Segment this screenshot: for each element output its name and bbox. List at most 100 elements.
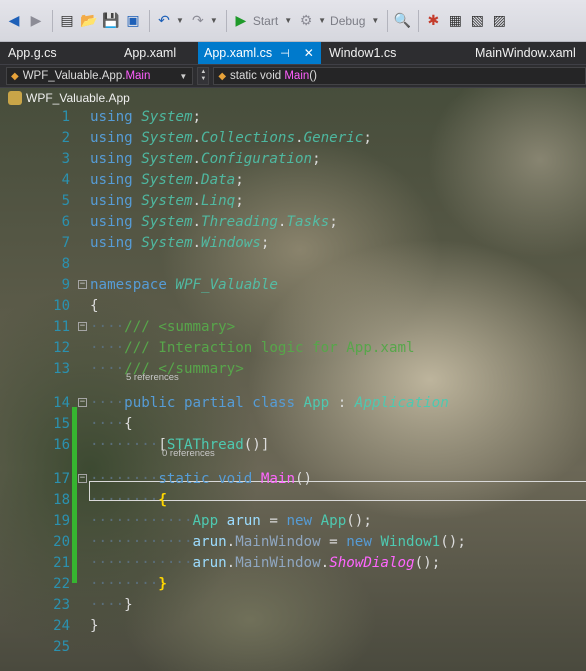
redo-icon[interactable]: ↷ bbox=[188, 9, 208, 33]
type-dropdown[interactable]: ◆ WPF_Valuable. App. Main ▼ bbox=[6, 67, 194, 85]
code-line[interactable]: 3 using System.Configuration; bbox=[0, 149, 586, 170]
code-line[interactable]: 1 using System; bbox=[0, 107, 586, 128]
chevron-up-icon[interactable]: ▲ bbox=[200, 69, 206, 76]
properties-icon[interactable]: ▧ bbox=[467, 9, 487, 33]
code-text: ············App arun = new App(); bbox=[90, 511, 372, 532]
chevron-down-icon[interactable]: ▼ bbox=[200, 76, 206, 83]
line-number: 7 bbox=[61, 235, 70, 251]
code-token: STAThread bbox=[166, 437, 244, 453]
code-token: static void bbox=[158, 471, 261, 487]
chevron-down-icon[interactable]: ▼ bbox=[284, 16, 292, 25]
member-spinner[interactable]: ▲ ▼ bbox=[197, 67, 210, 85]
back-icon[interactable]: ◀ bbox=[4, 9, 24, 33]
code-line[interactable]: 8 bbox=[0, 254, 586, 275]
code-line[interactable]: 13 ····/// </summary> bbox=[0, 359, 586, 380]
save-icon[interactable]: 💾 bbox=[101, 9, 121, 33]
code-token: . bbox=[192, 235, 202, 251]
code-token: ; bbox=[312, 151, 321, 167]
object-browser-icon[interactable]: ▨ bbox=[489, 9, 509, 33]
code-line[interactable]: 17− ········static void Main() bbox=[0, 469, 586, 490]
start-icon[interactable]: ▶ bbox=[231, 9, 251, 33]
tab-app-xaml-cs[interactable]: App.xaml.cs ⊣ ✕ bbox=[198, 42, 321, 64]
save-all-icon[interactable]: ▣ bbox=[123, 9, 143, 33]
code-token: ···· bbox=[90, 416, 125, 432]
code-token: Tasks bbox=[286, 214, 330, 230]
code-token: arun bbox=[226, 513, 261, 529]
pin-icon[interactable]: ⊣ bbox=[280, 47, 290, 60]
code-token: using bbox=[90, 193, 142, 209]
tab-label: App.g.cs bbox=[8, 46, 57, 60]
code-line[interactable]: 7 using System.Windows; bbox=[0, 233, 586, 254]
new-project-icon[interactable]: ▤ bbox=[57, 9, 77, 33]
code-line[interactable]: 16 ········[STAThread()] bbox=[0, 435, 586, 456]
code-token: using bbox=[90, 235, 142, 251]
forward-icon[interactable]: ▶ bbox=[26, 9, 46, 33]
code-editor[interactable]: 5 references 0 references 1 using System;… bbox=[0, 109, 586, 671]
code-line[interactable]: 9− namespace WPF_Valuable bbox=[0, 275, 586, 296]
code-line[interactable]: 20 ············arun.MainWindow = new Wind… bbox=[0, 532, 586, 553]
chevron-down-icon[interactable]: ▼ bbox=[179, 72, 187, 81]
tab-mainwindow-xaml[interactable]: MainWindow.xaml bbox=[455, 42, 584, 64]
chevron-down-icon[interactable]: ▼ bbox=[318, 16, 326, 25]
code-line[interactable]: 18 ········{ bbox=[0, 490, 586, 511]
code-line[interactable]: 21 ············arun.MainWindow.ShowDialog… bbox=[0, 553, 586, 574]
code-line[interactable]: 25 bbox=[0, 637, 586, 658]
open-file-icon[interactable]: 📂 bbox=[79, 9, 99, 33]
line-number: 12 bbox=[53, 340, 70, 356]
code-token: ········ bbox=[90, 471, 159, 487]
toolbox-icon[interactable]: ✱ bbox=[423, 9, 443, 33]
code-line[interactable]: 4 using System.Data; bbox=[0, 170, 586, 191]
undo-icon[interactable]: ↶ bbox=[154, 9, 174, 33]
close-icon[interactable]: ✕ bbox=[304, 46, 314, 60]
tab-app-g-cs[interactable]: App.g.cs bbox=[0, 42, 98, 64]
code-token: { bbox=[158, 492, 167, 508]
code-line[interactable]: 11− ····/// <summary> bbox=[0, 317, 586, 338]
code-text: using System.Linq; bbox=[90, 191, 244, 212]
member-name: Main bbox=[284, 70, 310, 82]
find-in-files-icon[interactable]: 🔍 bbox=[392, 9, 412, 33]
member-dropdown[interactable]: ◆ static void Main() bbox=[213, 67, 586, 85]
code-text: namespace WPF_Valuable bbox=[90, 275, 278, 296]
code-text: using System; bbox=[90, 107, 201, 128]
chevron-down-icon[interactable]: ▼ bbox=[210, 16, 218, 25]
chevron-down-icon[interactable]: ▼ bbox=[371, 16, 379, 25]
collapse-icon[interactable]: − bbox=[78, 398, 87, 407]
code-token: ···· bbox=[90, 319, 125, 335]
line-number: 4 bbox=[61, 172, 70, 188]
attach-icon[interactable]: ⚙ bbox=[296, 9, 316, 33]
code-line[interactable]: 10 { bbox=[0, 296, 586, 317]
code-line[interactable]: 19 ············App arun = new App(); bbox=[0, 511, 586, 532]
chevron-down-icon[interactable]: ▼ bbox=[176, 16, 184, 25]
scope-indicator[interactable]: WPF_Valuable.App bbox=[0, 89, 586, 107]
code-line[interactable]: 22 ········} bbox=[0, 574, 586, 595]
code-line[interactable]: 15 ····{ bbox=[0, 414, 586, 435]
code-line[interactable]: 6 using System.Threading.Tasks; bbox=[0, 212, 586, 233]
code-line[interactable]: 23 ····} bbox=[0, 595, 586, 616]
collapse-icon[interactable]: − bbox=[78, 474, 87, 483]
code-line[interactable]: 2 using System.Collections.Generic; bbox=[0, 128, 586, 149]
line-number: 22 bbox=[53, 576, 70, 592]
solution-explorer-icon[interactable]: ▦ bbox=[445, 9, 465, 33]
code-line[interactable]: 24} bbox=[0, 616, 586, 637]
toolbar-separator bbox=[418, 9, 420, 32]
code-token: /// <summary> bbox=[124, 319, 236, 335]
tab-window1-cs[interactable]: Window1.cs bbox=[321, 42, 455, 64]
code-line[interactable]: 12 ····/// Interaction logic for App.xaml bbox=[0, 338, 586, 359]
line-number: 18 bbox=[53, 492, 70, 508]
configuration-dropdown[interactable]: Debug bbox=[330, 14, 365, 28]
type-member: Main bbox=[125, 70, 151, 82]
code-token: System bbox=[141, 235, 193, 251]
code-token: ············ bbox=[90, 534, 193, 550]
code-token: . bbox=[192, 193, 202, 209]
code-line[interactable]: 14− ····public partial class App : Applic… bbox=[0, 393, 586, 414]
start-button[interactable]: Start bbox=[253, 14, 278, 28]
line-number: 6 bbox=[61, 214, 70, 230]
collapse-icon[interactable]: − bbox=[78, 280, 87, 289]
code-text: ····} bbox=[90, 595, 133, 616]
code-token: { bbox=[124, 416, 133, 432]
toolbar-separator bbox=[52, 9, 53, 32]
tab-app-xaml[interactable]: App.xaml bbox=[98, 42, 198, 64]
line-number: 25 bbox=[53, 639, 70, 655]
code-line[interactable]: 5 using System.Linq; bbox=[0, 191, 586, 212]
collapse-icon[interactable]: − bbox=[78, 322, 87, 331]
